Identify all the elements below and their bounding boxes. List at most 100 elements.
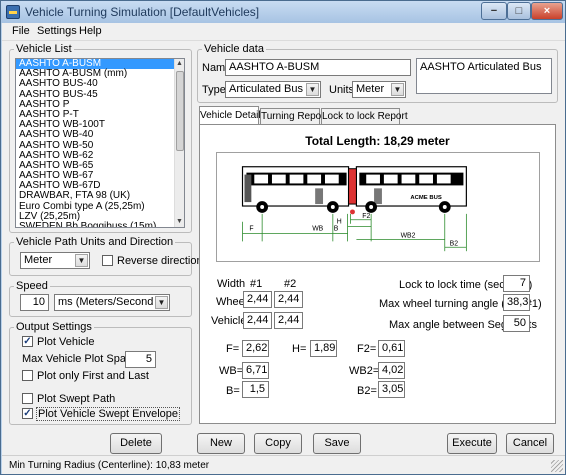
- status-bar: Min Turning Radius (Centerline): 10,83 m…: [2, 455, 565, 474]
- save-button[interactable]: Save: [313, 433, 361, 454]
- lock-time-input[interactable]: 7: [503, 275, 530, 292]
- first-last-checkbox[interactable]: [22, 370, 33, 381]
- vehicle-details-panel: Total Length: 18,29 meter ACME BUS F WB …: [199, 124, 556, 424]
- menu-help[interactable]: Help: [79, 25, 102, 37]
- dim-F: F: [249, 226, 253, 233]
- WB2-label: WB2=: [349, 365, 380, 377]
- vehicle-list-legend: Vehicle List: [16, 43, 72, 55]
- dimension-lines: [242, 213, 467, 252]
- total-length: Total Length: 18,29 meter: [305, 134, 450, 148]
- close-button[interactable]: ×: [531, 2, 563, 20]
- segment-angle-input[interactable]: 50: [503, 315, 530, 332]
- first-last-label: Plot only First and Last: [37, 370, 149, 382]
- plot-spacing-input[interactable]: 5: [125, 351, 156, 368]
- vehicle-list-scrollbar[interactable]: ▲ ▼: [174, 59, 184, 227]
- units-label: Units: [329, 84, 355, 96]
- vehicle-type-value: Articulated Bus: [229, 83, 303, 95]
- speed-legend: Speed: [16, 280, 48, 292]
- max-angle-input[interactable]: 38,3: [503, 294, 530, 311]
- resize-grip-icon[interactable]: [551, 460, 563, 472]
- vehicle-units-value: Meter: [356, 83, 385, 95]
- scroll-down-icon[interactable]: ▼: [175, 217, 184, 227]
- window-title: Vehicle Turning Simulation [DefaultVehic…: [25, 5, 260, 19]
- speed-unit-value: ms (Meters/Second: [58, 296, 154, 308]
- swept-path-checkbox[interactable]: [22, 393, 33, 404]
- chevron-down-icon[interactable]: ▼: [391, 83, 404, 96]
- dim-WB2: WB2: [401, 232, 416, 239]
- dim-WB: WB: [312, 226, 323, 233]
- path-unit-value: Meter: [24, 254, 53, 266]
- app-icon: [6, 5, 20, 19]
- col1-header: #1: [250, 278, 263, 290]
- width-label: Width: [217, 278, 246, 290]
- col2-header: #2: [284, 278, 297, 290]
- vehicle-description[interactable]: AASHTO Articulated Bus: [416, 58, 552, 94]
- vehicle-name-input[interactable]: AASHTO A-BUSM: [225, 59, 411, 76]
- dimension-labels: F WB B H F2 WB2 B2: [249, 213, 458, 247]
- door: [374, 188, 382, 205]
- menu-file[interactable]: File: [12, 25, 30, 37]
- dim-B: B: [334, 226, 339, 233]
- F2-input[interactable]: 0,61: [378, 340, 405, 357]
- copy-button[interactable]: Copy: [254, 433, 302, 454]
- F-input[interactable]: 2,62: [242, 340, 269, 357]
- B2-label: B2=: [357, 385, 377, 397]
- scroll-up-icon[interactable]: ▲: [175, 59, 184, 69]
- tab-lock-report[interactable]: Lock to lock Report: [321, 108, 408, 125]
- WB2-input[interactable]: 4,02: [378, 362, 405, 379]
- vehicle-width-label: Vehicle: [211, 315, 247, 327]
- path-units-legend: Vehicle Path Units and Direction: [16, 236, 174, 248]
- H-input[interactable]: 1,89: [310, 340, 337, 357]
- wheel-width-1[interactable]: 2,44: [243, 291, 272, 308]
- WB-input[interactable]: 6,71: [242, 362, 269, 379]
- bus-logo-text: ACME BUS: [410, 195, 441, 201]
- B2-input[interactable]: 3,05: [378, 381, 405, 398]
- cancel-button[interactable]: Cancel: [506, 433, 554, 454]
- dim-H: H: [337, 219, 342, 226]
- chevron-down-icon[interactable]: ▼: [306, 83, 319, 96]
- type-label: Type: [202, 84, 226, 96]
- vehicle-listbox[interactable]: AASHTO A-BUSM AASHTO A-BUSM (mm) AASHTO BU…: [15, 58, 185, 228]
- hitch-point: [350, 209, 355, 215]
- tab-vehicle-details[interactable]: Vehicle Details: [199, 106, 266, 125]
- articulation-joint: [348, 168, 357, 205]
- dim-F2: F2: [362, 213, 370, 220]
- tab-turning-report[interactable]: Turning Report: [260, 108, 327, 125]
- maximize-button[interactable]: □: [507, 2, 531, 20]
- reverse-direction-label: Reverse direction: [117, 255, 203, 267]
- path-unit-select[interactable]: Meter ▼: [20, 252, 90, 269]
- wheel-width-2[interactable]: 2,44: [274, 291, 303, 308]
- B-input[interactable]: 1,5: [242, 381, 269, 398]
- title-bar[interactable]: Vehicle Turning Simulation [DefaultVehic…: [1, 1, 565, 23]
- swept-envelope-checkbox[interactable]: ✓: [22, 408, 33, 419]
- F2-label: F2=: [357, 343, 377, 355]
- F-label: F=: [226, 343, 240, 355]
- minimize-button[interactable]: −: [481, 2, 507, 20]
- dim-B2: B2: [450, 240, 459, 247]
- speed-unit-select[interactable]: ms (Meters/Second ▼: [54, 294, 170, 311]
- vehicle-width-1[interactable]: 2,44: [243, 312, 272, 329]
- vehicle-type-select[interactable]: Articulated Bus ▼: [225, 81, 321, 98]
- output-settings-legend: Output Settings: [16, 321, 92, 333]
- H-label: H=: [292, 343, 307, 355]
- vehicle-width-2[interactable]: 2,44: [274, 312, 303, 329]
- swept-envelope-label: Plot Vehicle Swept Envelope: [36, 407, 181, 421]
- menu-settings[interactable]: Settings: [37, 25, 77, 37]
- plot-vehicle-checkbox[interactable]: ✓: [22, 336, 33, 347]
- vehicle-diagram: ACME BUS F WB B H F2 WB2 B2: [216, 152, 540, 262]
- front-door: [244, 174, 252, 203]
- reverse-direction-checkbox[interactable]: [102, 255, 113, 266]
- chevron-down-icon[interactable]: ▼: [75, 254, 88, 267]
- vehicle-list-item[interactable]: SWEDEN Bb Boggibuss (15m): [16, 221, 184, 227]
- execute-button[interactable]: Execute: [447, 433, 497, 454]
- B-label: B=: [226, 385, 240, 397]
- vehicle-list-item[interactable]: AASHTO WB-40: [16, 130, 184, 140]
- new-button[interactable]: New: [197, 433, 245, 454]
- chevron-down-icon[interactable]: ▼: [155, 296, 168, 309]
- delete-button[interactable]: Delete: [110, 433, 162, 454]
- door: [315, 188, 324, 205]
- speed-input[interactable]: 10: [20, 294, 49, 311]
- vehicle-units-select[interactable]: Meter ▼: [352, 81, 406, 98]
- plot-vehicle-label: Plot Vehicle: [37, 336, 95, 348]
- scroll-thumb[interactable]: [176, 71, 184, 151]
